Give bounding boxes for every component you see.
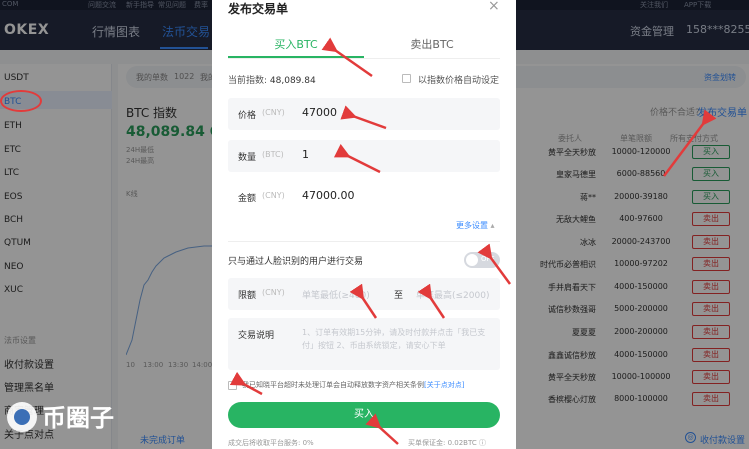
limit-min-input[interactable]: 单笔最低(≥400) xyxy=(302,288,370,301)
quantity-unit: (BTC) xyxy=(262,150,284,159)
amount-row: 金额 (CNY) 47000.00 xyxy=(228,184,500,210)
annotation-circle xyxy=(0,90,42,112)
limit-max-input[interactable]: 单笔最高(≤2000) xyxy=(416,288,489,301)
chevron-up-icon: ▴ xyxy=(490,221,495,230)
face-verify-label: 只与通过人脸识别的用户进行交易 xyxy=(228,257,364,267)
more-settings-link[interactable]: 更多设置 ▴ xyxy=(456,220,495,231)
quantity-input[interactable]: 数量 (BTC) 1 xyxy=(228,140,500,172)
face-verify-toggle[interactable]: OFF xyxy=(464,252,500,268)
service-fee-note: 成交后将收取平台服务: 0% xyxy=(228,439,314,447)
watermark-logo: 币圈子 xyxy=(4,398,150,436)
agree-checkbox[interactable] xyxy=(228,381,237,390)
limit-to-label: 至 xyxy=(394,291,404,301)
auto-price-checkbox[interactable] xyxy=(402,74,411,83)
limit-label: 限额 xyxy=(238,291,257,301)
toggle-state: OFF xyxy=(481,255,495,263)
publish-order-modal: 发布交易单 × 买入BTC 卖出BTC 当前指数: 48,089.84 以指数价… xyxy=(212,0,516,449)
p2p-terms-link[interactable]: [关于点对点] xyxy=(424,381,464,389)
quantity-value: 1 xyxy=(302,148,309,161)
tab-divider xyxy=(228,58,500,59)
tab-buy-btc[interactable]: 买入BTC xyxy=(228,36,364,52)
toggle-knob xyxy=(466,254,478,266)
deposit-note: 买单保证金: 0.02BTC ⓘ xyxy=(408,439,486,447)
limit-unit: (CNY) xyxy=(262,288,285,297)
price-label: 价格 xyxy=(238,111,257,121)
description-textarea[interactable]: 交易说明 1、订单有效期15分钟，请及时付款并点击「我已支付」按钮 2、币由系统… xyxy=(228,318,500,370)
help-icon[interactable]: ⓘ xyxy=(479,439,486,447)
tab-sell-btc[interactable]: 卖出BTC xyxy=(364,36,500,52)
tab-active-underline xyxy=(228,56,364,58)
buy-submit-button[interactable]: 买入 xyxy=(228,402,500,428)
watermark-graphic: 币圈子 xyxy=(7,402,114,432)
watermark-text: 币圈子 xyxy=(42,404,114,432)
description-placeholder: 1、订单有效期15分钟，请及时付款并点击「我已支付」按钮 2、币由系统锁定，请安… xyxy=(302,328,486,350)
price-input[interactable]: 价格 (CNY) 47000 xyxy=(228,98,500,130)
agree-text: 我已知晓平台超时未处理订单会自动释放数字资产相关条例[关于点对点] xyxy=(242,381,465,389)
modal-title: 发布交易单 xyxy=(228,2,289,16)
amount-unit: (CNY) xyxy=(262,191,285,200)
close-icon[interactable]: × xyxy=(488,0,500,14)
amount-label: 金额 xyxy=(238,194,257,204)
limit-row: 限额 (CNY) 单笔最低(≥400) 至 单笔最高(≤2000) xyxy=(228,278,500,310)
description-label: 交易说明 xyxy=(238,331,275,341)
section-divider xyxy=(228,241,500,242)
auto-price-label: 以指数价格自动设定 xyxy=(418,76,500,86)
current-index: 当前指数: 48,089.84 xyxy=(228,76,316,86)
price-unit: (CNY) xyxy=(262,108,285,117)
amount-value: 47000.00 xyxy=(302,189,355,202)
quantity-label: 数量 xyxy=(238,153,257,163)
price-value: 47000 xyxy=(302,106,337,119)
